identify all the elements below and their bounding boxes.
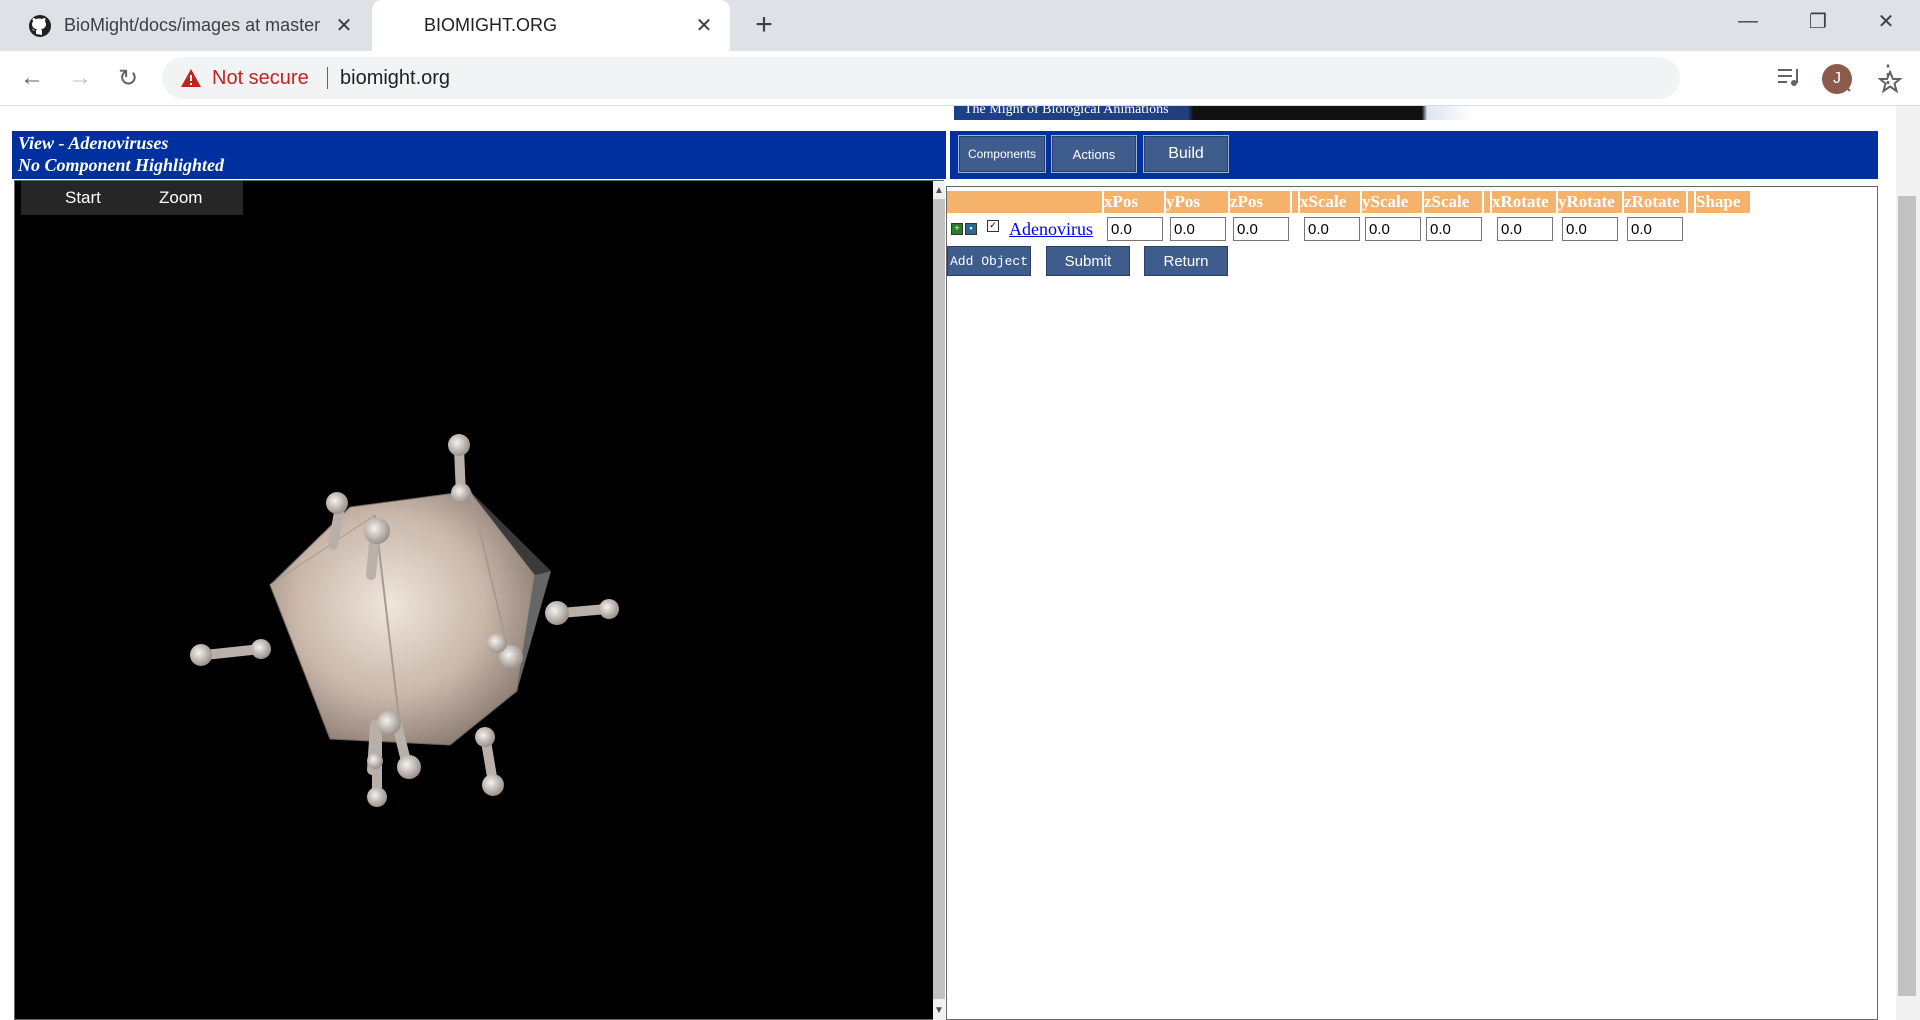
action-bar: Components Actions Build bbox=[950, 131, 1878, 179]
header-yscale: yScale bbox=[1362, 191, 1422, 213]
zpos-input[interactable] bbox=[1233, 217, 1289, 241]
warning-icon bbox=[181, 69, 201, 87]
header-gap bbox=[1292, 191, 1298, 213]
zscale-input[interactable] bbox=[1426, 217, 1482, 241]
return-button[interactable]: Return bbox=[1144, 246, 1228, 276]
url-text[interactable]: biomight.org bbox=[340, 67, 450, 90]
tab-title: BIOMIGHT.ORG bbox=[424, 15, 558, 35]
xscale-input[interactable] bbox=[1304, 217, 1360, 241]
component-checkbox[interactable]: ✓ bbox=[987, 220, 999, 232]
window-close-icon[interactable]: ✕ bbox=[1856, 0, 1916, 42]
start-menu[interactable]: Start bbox=[65, 188, 101, 208]
view-title: View - Adenoviruses bbox=[18, 133, 169, 153]
back-icon[interactable]: ← bbox=[14, 60, 50, 96]
xrotate-input[interactable] bbox=[1497, 217, 1553, 241]
zoom-menu[interactable]: Zoom bbox=[159, 188, 202, 208]
tab-biomight[interactable]: BIOMIGHT.ORG ✕ bbox=[372, 0, 730, 51]
header-spacer bbox=[947, 191, 1102, 213]
tab-title: BioMight/docs/images at master bbox=[64, 15, 321, 35]
banner-text: The Might of Biological Animations bbox=[964, 106, 1169, 117]
view-header: View - Adenoviruses No Component Highlig… bbox=[12, 131, 946, 179]
actions-button[interactable]: Actions bbox=[1051, 135, 1137, 173]
page-content: The Might of Biological Animations View … bbox=[0, 106, 1920, 1020]
yrotate-input[interactable] bbox=[1562, 217, 1618, 241]
3d-viewer[interactable]: Start Zoom ▲ ▼ bbox=[14, 180, 945, 1020]
collapse-icon[interactable]: ▪ bbox=[965, 223, 977, 235]
more-menu-icon[interactable]: ⋮ bbox=[1876, 63, 1900, 87]
github-icon bbox=[29, 14, 51, 37]
header-zrotate: zRotate bbox=[1624, 191, 1686, 213]
component-link-adenovirus[interactable]: Adenovirus bbox=[1009, 219, 1093, 240]
build-button[interactable]: Build bbox=[1143, 135, 1229, 173]
zrotate-input[interactable] bbox=[1627, 217, 1683, 241]
tab-github[interactable]: BioMight/docs/images at master ✕ bbox=[0, 0, 370, 51]
adenovirus-model[interactable] bbox=[15, 215, 915, 1015]
address-bar[interactable]: Not secure biomight.org bbox=[162, 57, 1902, 99]
expand-icon[interactable]: + bbox=[951, 223, 963, 235]
scrollbar-thumb[interactable] bbox=[933, 199, 945, 999]
submit-button[interactable]: Submit bbox=[1046, 246, 1130, 276]
header-xrotate: xRotate bbox=[1492, 191, 1556, 213]
minimize-icon[interactable]: — bbox=[1718, 0, 1778, 42]
media-control-icon[interactable] bbox=[1776, 66, 1800, 88]
forward-icon[interactable]: → bbox=[62, 60, 98, 96]
close-tab-icon[interactable]: ✕ bbox=[330, 12, 358, 40]
page-scrollbar[interactable] bbox=[1896, 106, 1920, 1020]
divider bbox=[327, 67, 328, 89]
restore-icon[interactable]: ❐ bbox=[1788, 0, 1848, 42]
tab-strip: BioMight/docs/images at master ✕ BIOMIGH… bbox=[0, 0, 1920, 51]
xpos-input[interactable] bbox=[1107, 217, 1163, 241]
new-tab-button[interactable]: + bbox=[748, 10, 780, 42]
site-banner: The Might of Biological Animations bbox=[954, 106, 1474, 120]
browser-toolbar: ← → ↻ Not secure biomight.org J ⋮ bbox=[0, 51, 1920, 106]
close-tab-icon[interactable]: ✕ bbox=[690, 12, 718, 40]
viewer-menu: Start Zoom bbox=[21, 181, 243, 215]
header-ypos: yPos bbox=[1166, 191, 1228, 213]
security-label[interactable]: Not secure bbox=[212, 67, 309, 90]
reload-icon[interactable]: ↻ bbox=[110, 60, 146, 96]
header-xscale: xScale bbox=[1300, 191, 1360, 213]
add-object-button[interactable]: Add Object bbox=[947, 246, 1031, 276]
components-button[interactable]: Components bbox=[958, 135, 1046, 173]
header-zscale: zScale bbox=[1424, 191, 1482, 213]
header-gap bbox=[1484, 191, 1490, 213]
header-xpos: xPos bbox=[1104, 191, 1164, 213]
ypos-input[interactable] bbox=[1170, 217, 1226, 241]
view-subtitle: No Component Highlighted bbox=[18, 155, 225, 175]
scroll-up-icon[interactable]: ▲ bbox=[933, 183, 945, 199]
profile-avatar[interactable]: J bbox=[1822, 64, 1852, 94]
header-shape: Shape bbox=[1696, 191, 1750, 213]
header-gap bbox=[1688, 191, 1694, 213]
page-scrollbar-thumb[interactable] bbox=[1898, 196, 1916, 996]
header-zpos: zPos bbox=[1230, 191, 1290, 213]
component-panel: xPos yPos zPos xScale yScale zScale xRot… bbox=[946, 186, 1878, 1020]
viewer-scrollbar[interactable]: ▲ ▼ bbox=[933, 181, 945, 1020]
scroll-down-icon[interactable]: ▼ bbox=[933, 1003, 945, 1019]
yscale-input[interactable] bbox=[1365, 217, 1421, 241]
header-yrotate: yRotate bbox=[1558, 191, 1622, 213]
